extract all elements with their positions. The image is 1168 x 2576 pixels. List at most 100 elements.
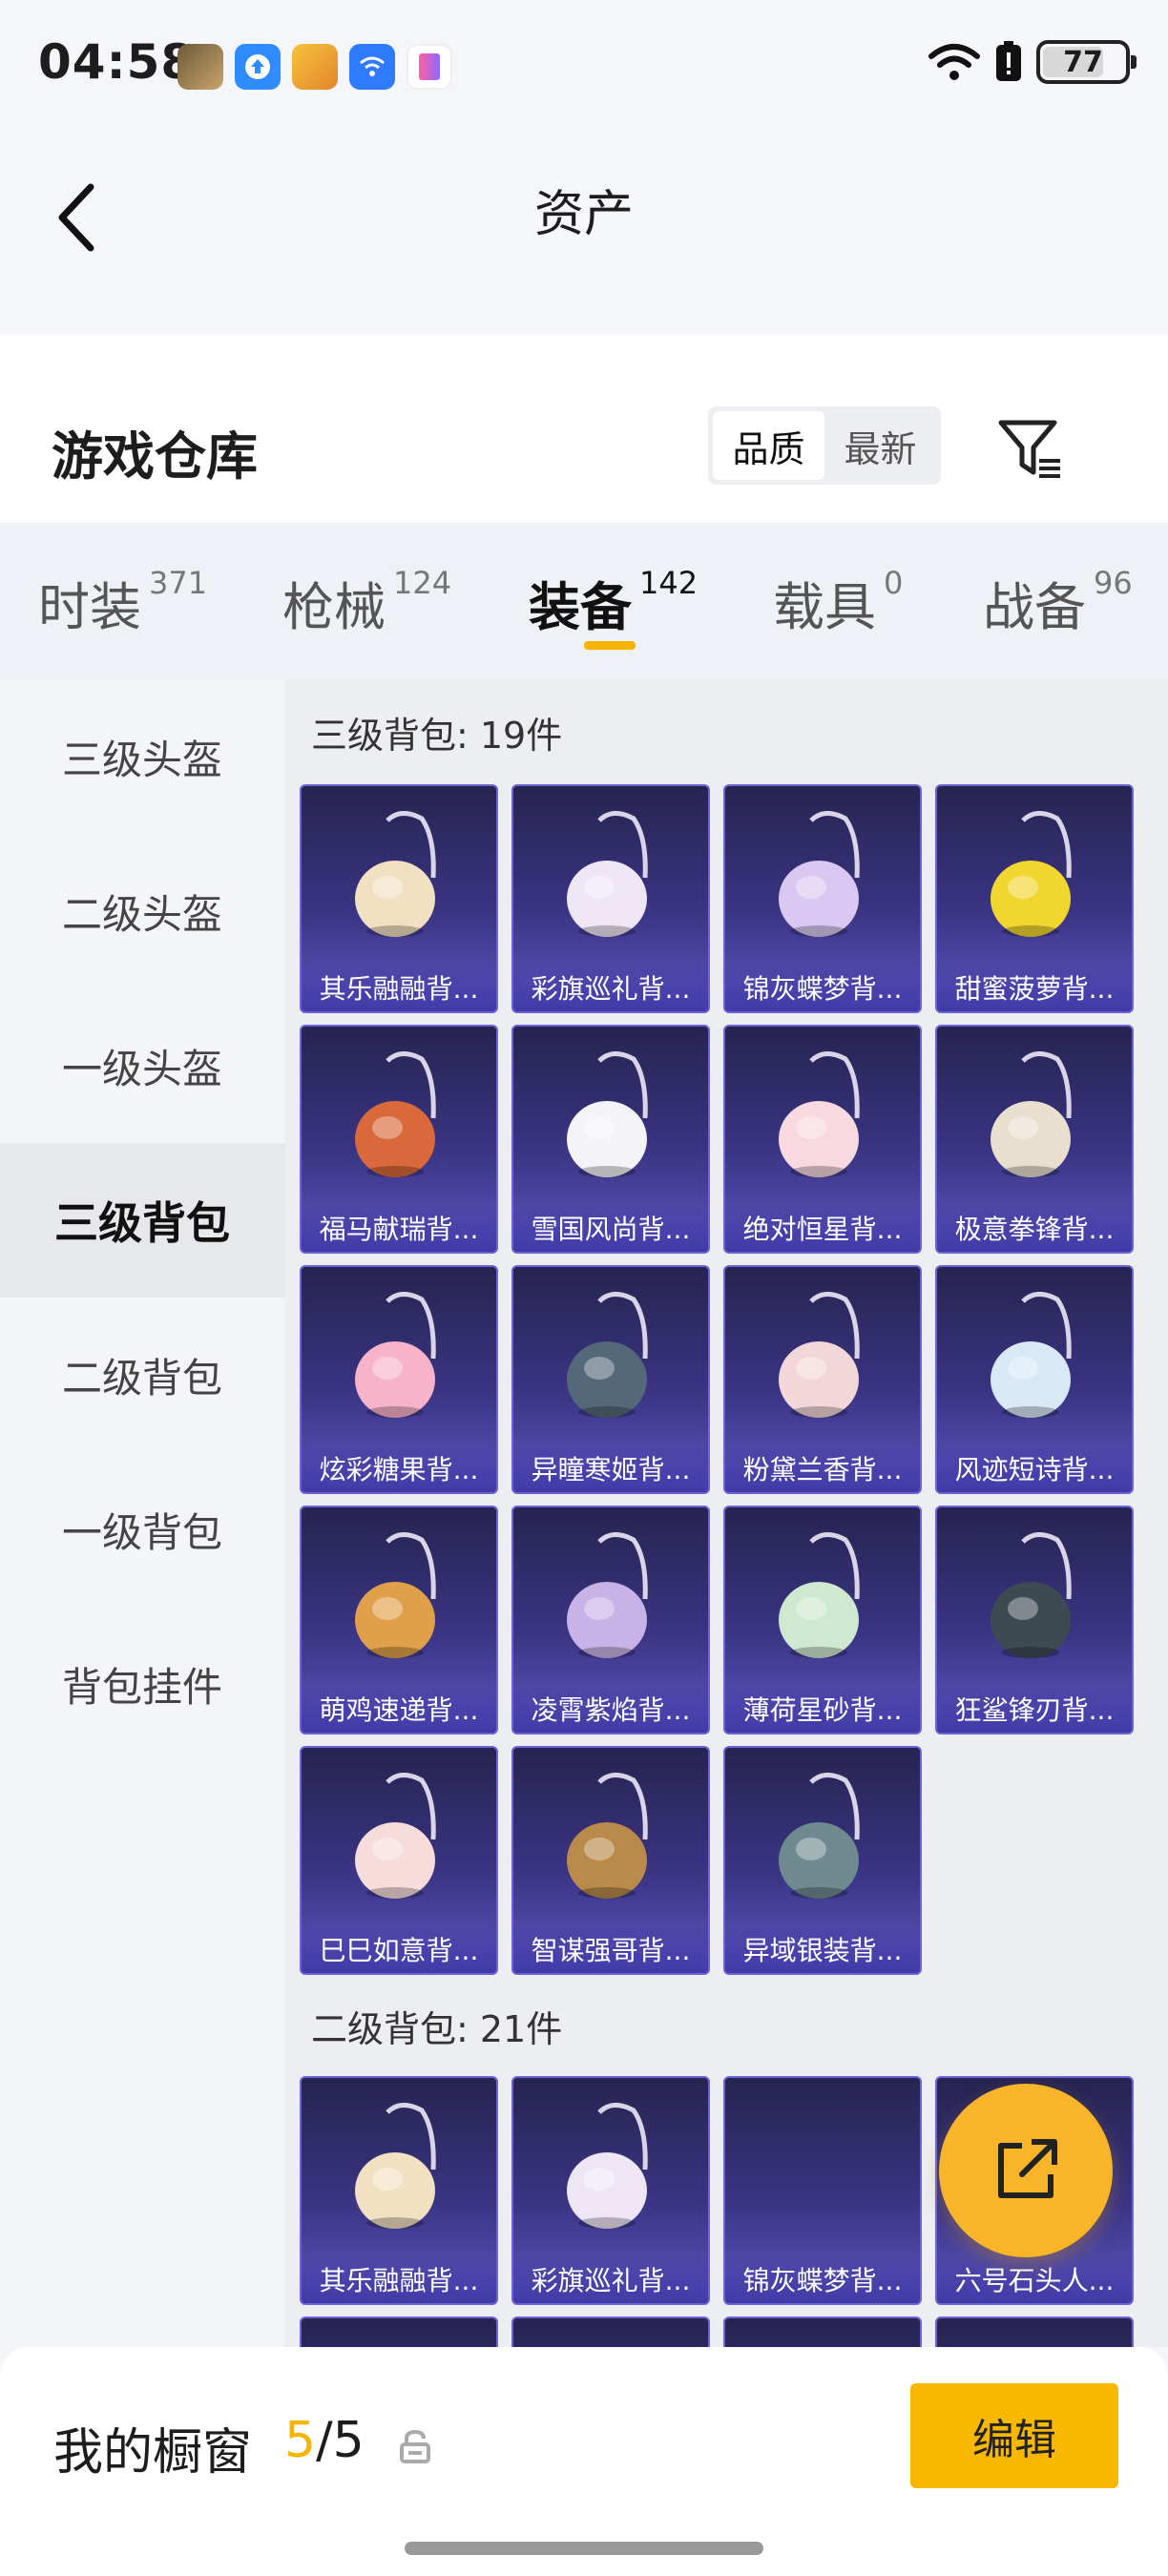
share-external-icon	[998, 2139, 1057, 2198]
item-name: 异域银装背...	[725, 1925, 920, 1973]
filter-icon	[998, 420, 1060, 478]
sidebar-item-level1-backpack[interactable]: 一级背包	[0, 1452, 284, 1607]
battery-alert-icon	[996, 41, 1021, 81]
item-name: 凌霄紫焰背...	[513, 1685, 708, 1733]
category-tabs: 时装 371 枪械 124 装备 142 载具 0 战备 96	[0, 523, 1168, 679]
item-card[interactable]: 粉黛兰香背...	[723, 1265, 922, 1494]
item-name: 福马献瑞背...	[302, 1204, 496, 1252]
item-card[interactable]: 彩旗巡礼背...	[511, 784, 710, 1013]
tab-equipment[interactable]: 装备 142	[529, 565, 698, 640]
item-name: 极意拳锋背...	[937, 1204, 1132, 1252]
filter-button[interactable]	[992, 410, 1069, 487]
item-card[interactable]: 风迹短诗背...	[935, 1265, 1134, 1494]
backpack-image	[767, 811, 882, 945]
item-card[interactable]: 狂鲨锋刃背...	[935, 1506, 1134, 1735]
peace-elite-app-icon	[292, 44, 338, 90]
sidebar-item-level2-helmet[interactable]: 二级头盔	[0, 834, 284, 988]
item-card[interactable]: 极意拳锋背...	[935, 1025, 1134, 1254]
book-app-icon	[407, 44, 452, 90]
sort-option-newest[interactable]: 最新	[824, 411, 936, 480]
backpack-image	[344, 1532, 458, 1666]
sidebar-item-level3-backpack[interactable]: 三级背包	[0, 1143, 284, 1298]
tab-firearms[interactable]: 枪械 124	[282, 565, 451, 640]
item-card[interactable]: 异域银装背...	[723, 1746, 922, 1975]
tab-vehicles[interactable]: 载具 0	[773, 565, 903, 640]
item-name: 彩旗巡礼背...	[513, 2255, 708, 2303]
battery-indicator: 77	[1036, 40, 1137, 84]
edit-button[interactable]: 编辑	[910, 2383, 1118, 2488]
item-card[interactable]	[723, 2316, 922, 2347]
tab-count: 142	[639, 565, 699, 601]
sort-option-quality[interactable]: 品质	[713, 411, 824, 480]
tab-count: 0	[884, 565, 904, 601]
item-name: 雪国风尚背...	[513, 1204, 708, 1252]
backpack-image	[979, 811, 1094, 945]
active-tab-indicator	[584, 641, 636, 650]
warehouse-header: 游戏仓库 品质 最新	[0, 334, 1168, 523]
item-card[interactable]: 绝对恒星背...	[723, 1025, 922, 1254]
item-card[interactable]: 炫彩糖果背...	[300, 1265, 498, 1494]
item-name: 绝对恒星背...	[725, 1204, 920, 1252]
pubg-app-icon	[177, 44, 223, 90]
item-card[interactable]: 其乐融融背...	[300, 784, 498, 1013]
backpack-image	[767, 1051, 882, 1185]
item-card[interactable]: 雪国风尚背...	[511, 1025, 710, 1254]
backpack-image	[344, 1292, 458, 1425]
tab-fashion[interactable]: 时装 371	[38, 565, 207, 640]
sidebar-item-level1-helmet[interactable]: 一级头盔	[0, 988, 284, 1143]
showcase-current: 5	[284, 2412, 317, 2469]
status-time: 04:58	[38, 34, 196, 90]
item-card[interactable]	[300, 2316, 498, 2347]
item-card[interactable]: 凌霄紫焰背...	[511, 1506, 710, 1735]
backpack-image	[555, 1051, 670, 1185]
item-name: 甜蜜菠萝背...	[937, 964, 1132, 1011]
status-bar: 04:58 77	[0, 0, 1168, 134]
backpack-image	[979, 1051, 1094, 1185]
item-card[interactable]	[935, 2316, 1134, 2347]
backpack-image	[979, 1292, 1094, 1425]
sidebar-item-level3-helmet[interactable]: 三级头盔	[0, 679, 284, 834]
item-card[interactable]: 锦灰蝶梦背...	[723, 784, 922, 1013]
item-card[interactable]: 巳巳如意背...	[300, 1746, 498, 1975]
warehouse-title: 游戏仓库	[52, 426, 258, 487]
item-card[interactable]: 萌鸡速递背...	[300, 1506, 498, 1735]
upload-app-icon	[235, 44, 281, 90]
bottom-bar: 我的橱窗 5/5 编辑	[0, 2347, 1168, 2576]
sidebar-item-level2-backpack[interactable]: 二级背包	[0, 1298, 284, 1452]
item-card[interactable]: 彩旗巡礼背...	[511, 2076, 710, 2305]
backpack-image	[344, 2103, 458, 2236]
backpack-image	[767, 1292, 882, 1425]
home-indicator	[405, 2542, 763, 2555]
item-name: 其乐融融背...	[302, 2255, 496, 2303]
sidebar-item-backpack-charms[interactable]: 背包挂件	[0, 1607, 284, 1761]
item-name: 炫彩糖果背...	[302, 1444, 496, 1492]
item-card[interactable]	[511, 2316, 710, 2347]
item-card[interactable]: 甜蜜菠萝背...	[935, 784, 1134, 1013]
tab-label: 枪械	[282, 577, 386, 637]
item-name: 狂鲨锋刃背...	[937, 1685, 1132, 1733]
section-title: 二级背包: 21件	[311, 2008, 563, 2050]
sort-toggle: 品质 最新	[708, 406, 941, 485]
wifi-app-icon	[349, 44, 395, 90]
tab-supplies[interactable]: 战备 96	[983, 565, 1133, 640]
showcase-label: 我的橱窗	[53, 2424, 253, 2482]
backpack-image	[555, 2103, 670, 2236]
item-name: 风迹短诗背...	[937, 1444, 1132, 1492]
section-title: 三级背包: 19件	[311, 715, 563, 757]
lock-icon	[400, 2429, 430, 2463]
item-card[interactable]: 薄荷星砂背...	[723, 1506, 922, 1735]
item-card[interactable]: 其乐融融背...	[300, 2076, 498, 2305]
item-card[interactable]: 智谋强哥背...	[511, 1746, 710, 1975]
item-card[interactable]: 福马献瑞背...	[300, 1025, 498, 1254]
share-fab-button[interactable]	[939, 2084, 1113, 2257]
showcase-total: /5	[316, 2412, 365, 2469]
tab-count: 96	[1094, 565, 1133, 601]
item-card[interactable]: 异瞳寒姬背...	[511, 1265, 710, 1494]
backpack-image	[767, 1773, 882, 1906]
backpack-image	[344, 811, 458, 945]
item-card[interactable]: 锦灰蝶梦背...	[723, 2076, 922, 2305]
backpack-image	[344, 1051, 458, 1185]
tab-count: 371	[149, 565, 208, 601]
page-title: 资产	[533, 186, 634, 243]
item-name: 其乐融融背...	[302, 964, 496, 1011]
